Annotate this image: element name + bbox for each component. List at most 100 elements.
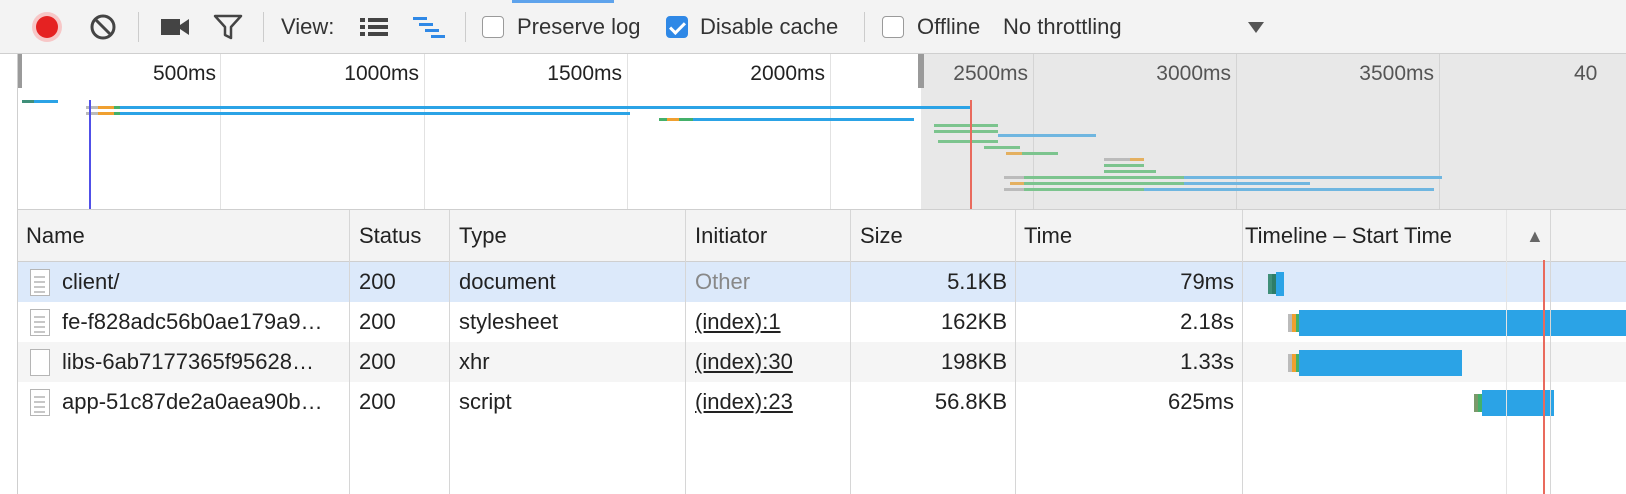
- overview-gridline: [424, 54, 425, 209]
- request-type: stylesheet: [459, 309, 559, 334]
- overview-request-bar: [98, 106, 114, 109]
- request-size: 56.8KB: [934, 389, 1007, 414]
- column-divider[interactable]: [349, 210, 350, 494]
- initiator-link[interactable]: (index):30: [695, 342, 845, 382]
- capture-screenshots-button[interactable]: [160, 0, 190, 54]
- request-status: 200: [359, 269, 396, 294]
- column-divider[interactable]: [685, 210, 686, 494]
- request-size: 198KB: [940, 349, 1007, 374]
- overview-gridline: [830, 54, 831, 209]
- table-row[interactable]: client/ 200 document Other 5.1KB 79ms: [18, 262, 1626, 302]
- overview-request-bar: [938, 140, 998, 143]
- overview-request-bar: [1184, 182, 1310, 185]
- filter-icon: [213, 14, 243, 40]
- overview-request-bar: [1024, 182, 1184, 185]
- column-divider[interactable]: [449, 210, 450, 494]
- overview-tick-label: 1500ms: [547, 62, 622, 85]
- overview-request-bar: [86, 112, 98, 115]
- overview-request-bar: [120, 106, 970, 109]
- overview-request-bar: [984, 146, 1020, 149]
- request-type: script: [459, 389, 512, 414]
- disable-cache-toggle[interactable]: Disable cache: [666, 0, 838, 54]
- record-icon: [32, 12, 62, 42]
- column-divider[interactable]: [1015, 210, 1016, 494]
- offline-toggle[interactable]: Offline: [882, 0, 980, 54]
- sort-ascending-icon[interactable]: ▲: [1526, 210, 1544, 262]
- request-name: app-51c87de2a0aea90b…: [62, 389, 323, 414]
- overview-request-bar: [1130, 158, 1144, 161]
- timeline-download-bar: [1299, 350, 1462, 376]
- overview-right-handle[interactable]: [918, 54, 924, 88]
- column-divider[interactable]: [1550, 210, 1551, 494]
- waterfall-view-icon: [413, 17, 445, 38]
- column-header-time[interactable]: Time: [1024, 210, 1072, 262]
- timeline-gridline: [1506, 210, 1507, 494]
- request-time: 2.18s: [1180, 309, 1234, 334]
- filter-button[interactable]: [213, 0, 243, 54]
- throttling-select[interactable]: No throttling: [1003, 0, 1273, 54]
- preserve-log-checkbox[interactable]: [482, 16, 504, 38]
- table-row[interactable]: fe-f828adc56b0ae179a9… 200 stylesheet (i…: [18, 302, 1626, 342]
- clear-button[interactable]: [88, 0, 118, 54]
- overview-request-bar: [679, 118, 693, 121]
- request-initiator: Other: [695, 269, 751, 294]
- overview-tick-label: 3500ms: [1359, 62, 1434, 85]
- overview-tick-label: 500ms: [152, 62, 216, 85]
- column-header-name[interactable]: Name: [26, 210, 85, 262]
- disable-cache-label: Disable cache: [700, 14, 839, 39]
- script-file-icon: [30, 389, 50, 416]
- overview-request-bar: [22, 100, 34, 103]
- toolbar-separator: [465, 12, 466, 42]
- toolbar-separator: [138, 12, 139, 42]
- view-overview-button[interactable]: [412, 0, 446, 54]
- disable-cache-checkbox[interactable]: [666, 16, 688, 38]
- view-label: View:: [281, 14, 335, 39]
- request-time: 1.33s: [1180, 349, 1234, 374]
- request-status: 200: [359, 309, 396, 334]
- overview-request-bar: [934, 130, 998, 133]
- overview-tick-label: 2000ms: [750, 62, 825, 85]
- load-event-marker: [1543, 260, 1545, 494]
- xhr-file-icon: [30, 349, 50, 376]
- overview-request-bar: [1024, 188, 1144, 191]
- request-name: client/: [62, 269, 120, 294]
- column-divider[interactable]: [850, 210, 851, 494]
- overview-request-bar: [1144, 188, 1434, 191]
- table-row[interactable]: libs-6ab7177365f95628… 200 xhr (index):3…: [18, 342, 1626, 382]
- document-file-icon: [30, 269, 50, 296]
- toolbar-separator: [864, 12, 865, 42]
- overview-request-bar: [1010, 182, 1024, 185]
- column-header-initiator[interactable]: Initiator: [695, 210, 767, 262]
- view-large-rows-button[interactable]: [359, 0, 389, 54]
- preserve-log-toggle[interactable]: Preserve log: [482, 0, 641, 54]
- request-status: 200: [359, 349, 396, 374]
- column-header-timeline[interactable]: Timeline – Start Time: [1245, 210, 1452, 262]
- load-event-marker: [970, 100, 972, 209]
- clear-icon: [90, 14, 116, 40]
- overview-gridline: [1033, 54, 1034, 209]
- dropdown-arrow-icon: [1248, 22, 1264, 33]
- request-status: 200: [359, 389, 396, 414]
- overview-request-bar: [1104, 164, 1144, 167]
- overview-request-bar: [1006, 152, 1022, 155]
- column-header-size[interactable]: Size: [860, 210, 903, 262]
- panel-left-edge: [0, 54, 18, 494]
- overview-gridline: [220, 54, 221, 209]
- stylesheet-file-icon: [30, 309, 50, 336]
- request-name: libs-6ab7177365f95628…: [62, 349, 314, 374]
- overview-request-bar: [1104, 170, 1156, 173]
- column-divider[interactable]: [1242, 210, 1243, 494]
- record-button[interactable]: [30, 0, 64, 54]
- network-overview[interactable]: 500ms 1000ms 1500ms 2000ms 2500ms 3000ms…: [0, 54, 1626, 210]
- overview-request-bar: [1004, 188, 1024, 191]
- initiator-link[interactable]: (index):23: [695, 382, 845, 422]
- initiator-link[interactable]: (index):1: [695, 302, 845, 342]
- column-header-type[interactable]: Type: [459, 210, 507, 262]
- table-row[interactable]: app-51c87de2a0aea90b… 200 script (index)…: [18, 382, 1626, 422]
- column-header-status[interactable]: Status: [359, 210, 421, 262]
- overview-request-bar: [659, 118, 667, 121]
- throttling-value: No throttling: [1003, 14, 1122, 39]
- toolbar-separator: [263, 12, 264, 42]
- offline-checkbox[interactable]: [882, 16, 904, 38]
- overview-request-bar: [120, 112, 630, 115]
